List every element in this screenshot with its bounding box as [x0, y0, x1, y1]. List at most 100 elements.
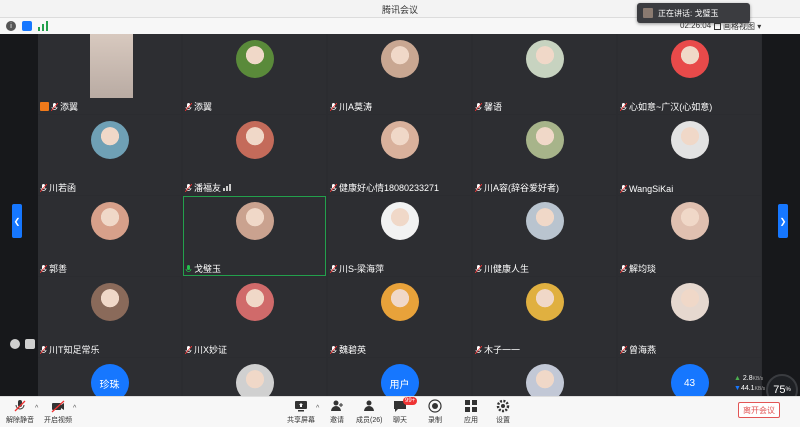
participant-tile[interactable]: 添翼	[183, 34, 326, 114]
shield-icon[interactable]	[22, 21, 32, 31]
signal-bars-icon	[223, 184, 232, 191]
participant-tile[interactable]: 郭善	[38, 196, 181, 276]
participant-name: 馨语	[484, 102, 503, 112]
microphone-muted-icon	[185, 183, 192, 192]
members-button[interactable]: 成员(26)	[356, 399, 382, 425]
meeting-timer: 02:26:04	[680, 21, 712, 30]
share-screen-button[interactable]: 共享屏幕	[287, 399, 315, 425]
view-mode-button[interactable]: 画格视图 ▾	[714, 21, 761, 32]
start-video-button[interactable]: 开启视频	[44, 399, 72, 425]
speaking-label: 正在讲话: 戈璧玉	[658, 8, 719, 18]
invite-label: 邀请	[330, 417, 344, 424]
participant-label: 心如意~广汉(心如意)	[620, 100, 712, 113]
participant-tile[interactable]	[473, 358, 616, 396]
record-button[interactable]: 录制	[428, 399, 442, 425]
participant-tile[interactable]: 添翼	[38, 34, 181, 114]
participant-name: 心如意~广汉(心如意)	[629, 102, 713, 112]
apps-label: 应用	[464, 417, 478, 424]
unmute-label: 解除静音	[6, 417, 34, 424]
participant-label: 添翼	[185, 100, 212, 113]
participant-avatar	[525, 40, 564, 78]
participant-avatar	[525, 283, 564, 321]
emoji-icon[interactable]	[10, 339, 20, 349]
participant-tile[interactable]: 珍珠珍珠	[38, 358, 181, 396]
participant-tile[interactable]: 川健康人生	[473, 196, 616, 276]
signal-icon[interactable]	[38, 21, 48, 31]
participant-label: 川若函	[40, 181, 76, 194]
participant-tile[interactable]: 川A容(辞谷爱好者)	[473, 115, 616, 195]
participant-label: WangSiKai	[620, 184, 673, 194]
participant-name: 健康好心情18080233271	[339, 183, 440, 193]
participant-tile[interactable]	[183, 358, 326, 396]
chevron-right-icon: ❯	[779, 216, 787, 226]
participant-grid: 添翼 添翼 川A莫涛 馨语 心如意~广汉(心如意) 川若函 潘福友 健康好心情18080233…	[38, 34, 762, 396]
participant-tile[interactable]: 木子一一	[473, 277, 616, 357]
gear-icon	[496, 399, 510, 413]
participant-avatar	[670, 202, 709, 240]
participant-label: 潘福友	[185, 181, 232, 194]
active-speaker-indicator: 正在讲话: 戈璧玉	[637, 3, 750, 23]
participant-tile[interactable]: 潘福友	[183, 115, 326, 195]
participant-tile[interactable]: WangSiKai	[618, 115, 761, 195]
previous-page-button[interactable]: ❮	[12, 204, 22, 238]
invite-button[interactable]: 邀请	[330, 399, 344, 425]
info-icon[interactable]: i	[6, 21, 16, 31]
share-options-caret[interactable]: ^	[316, 405, 319, 412]
participant-label: 川健康人生	[475, 262, 529, 275]
participant-tile[interactable]: 川X妙证	[183, 277, 326, 357]
participant-name: 川X妙证	[194, 345, 228, 355]
chat-unread-badge: 99+	[403, 397, 418, 405]
participant-name: 川S-梁海萍	[339, 264, 385, 274]
participant-avatar	[235, 202, 274, 240]
meeting-window: 腾讯会议 i 正在讲话: 戈璧玉 02:26:04 画格视图 ▾ 添翼 添翼 川A莫…	[0, 0, 800, 427]
participant-name: 添翼	[194, 102, 213, 112]
participant-tile[interactable]: 解均琰	[618, 196, 761, 276]
participant-tile[interactable]: 戈璧玉	[183, 196, 326, 276]
participant-tile[interactable]: 心如意~广汉(心如意)	[618, 34, 761, 114]
participant-avatar	[525, 202, 564, 240]
participant-label: 川X妙证	[185, 343, 227, 356]
participant-label: 解均琰	[620, 262, 656, 275]
unmute-button[interactable]: 解除静音	[6, 399, 34, 425]
participant-name: 川T知足常乐	[49, 345, 100, 355]
participant-tile[interactable]: 健康好心情18080233271	[328, 115, 471, 195]
upload-speed: 2.8	[742, 375, 753, 382]
settings-button[interactable]: 设置	[496, 399, 510, 425]
participant-avatar: 43	[670, 364, 709, 396]
participant-name: 潘福友	[194, 183, 222, 193]
participant-label: 魏碧英	[330, 343, 366, 356]
host-icon	[40, 102, 49, 111]
participant-label: 馨语	[475, 100, 502, 113]
participant-tile[interactable]: 用户用户	[328, 358, 471, 396]
participant-tile[interactable]: 魏碧英	[328, 277, 471, 357]
participant-avatar: 用户	[380, 364, 419, 396]
participant-avatar	[380, 40, 419, 78]
participant-avatar	[670, 283, 709, 321]
audio-options-caret[interactable]: ^	[35, 405, 38, 412]
participant-label: 川T知足常乐	[40, 343, 100, 356]
chat-bubble-icon[interactable]	[25, 339, 35, 349]
participant-avatar	[90, 121, 129, 159]
participant-avatar	[235, 121, 274, 159]
participant-tile[interactable]: 馨语	[473, 34, 616, 114]
microphone-muted-icon	[330, 183, 337, 192]
participant-avatar	[525, 121, 564, 159]
participant-tile[interactable]: 川S-梁海萍	[328, 196, 471, 276]
settings-label: 设置	[496, 417, 510, 424]
participant-tile[interactable]: 川A莫涛	[328, 34, 471, 114]
record-icon	[428, 399, 442, 413]
apps-button[interactable]: 应用	[464, 399, 478, 425]
chat-label: 聊天	[393, 417, 407, 424]
leave-meeting-button[interactable]: 离开会议	[738, 402, 780, 418]
participant-avatar	[235, 364, 274, 396]
participant-tile[interactable]: 川T知足常乐	[38, 277, 181, 357]
add-user-icon	[331, 400, 343, 411]
microphone-muted-icon	[475, 264, 482, 273]
participant-avatar	[90, 283, 129, 321]
participant-label: 川S-梁海萍	[330, 262, 384, 275]
participant-tile[interactable]: 曾海燕	[618, 277, 761, 357]
participant-tile[interactable]: 川若函	[38, 115, 181, 195]
participant-label: 郭善	[40, 262, 67, 275]
next-page-button[interactable]: ❯	[778, 204, 788, 238]
video-options-caret[interactable]: ^	[73, 405, 76, 412]
